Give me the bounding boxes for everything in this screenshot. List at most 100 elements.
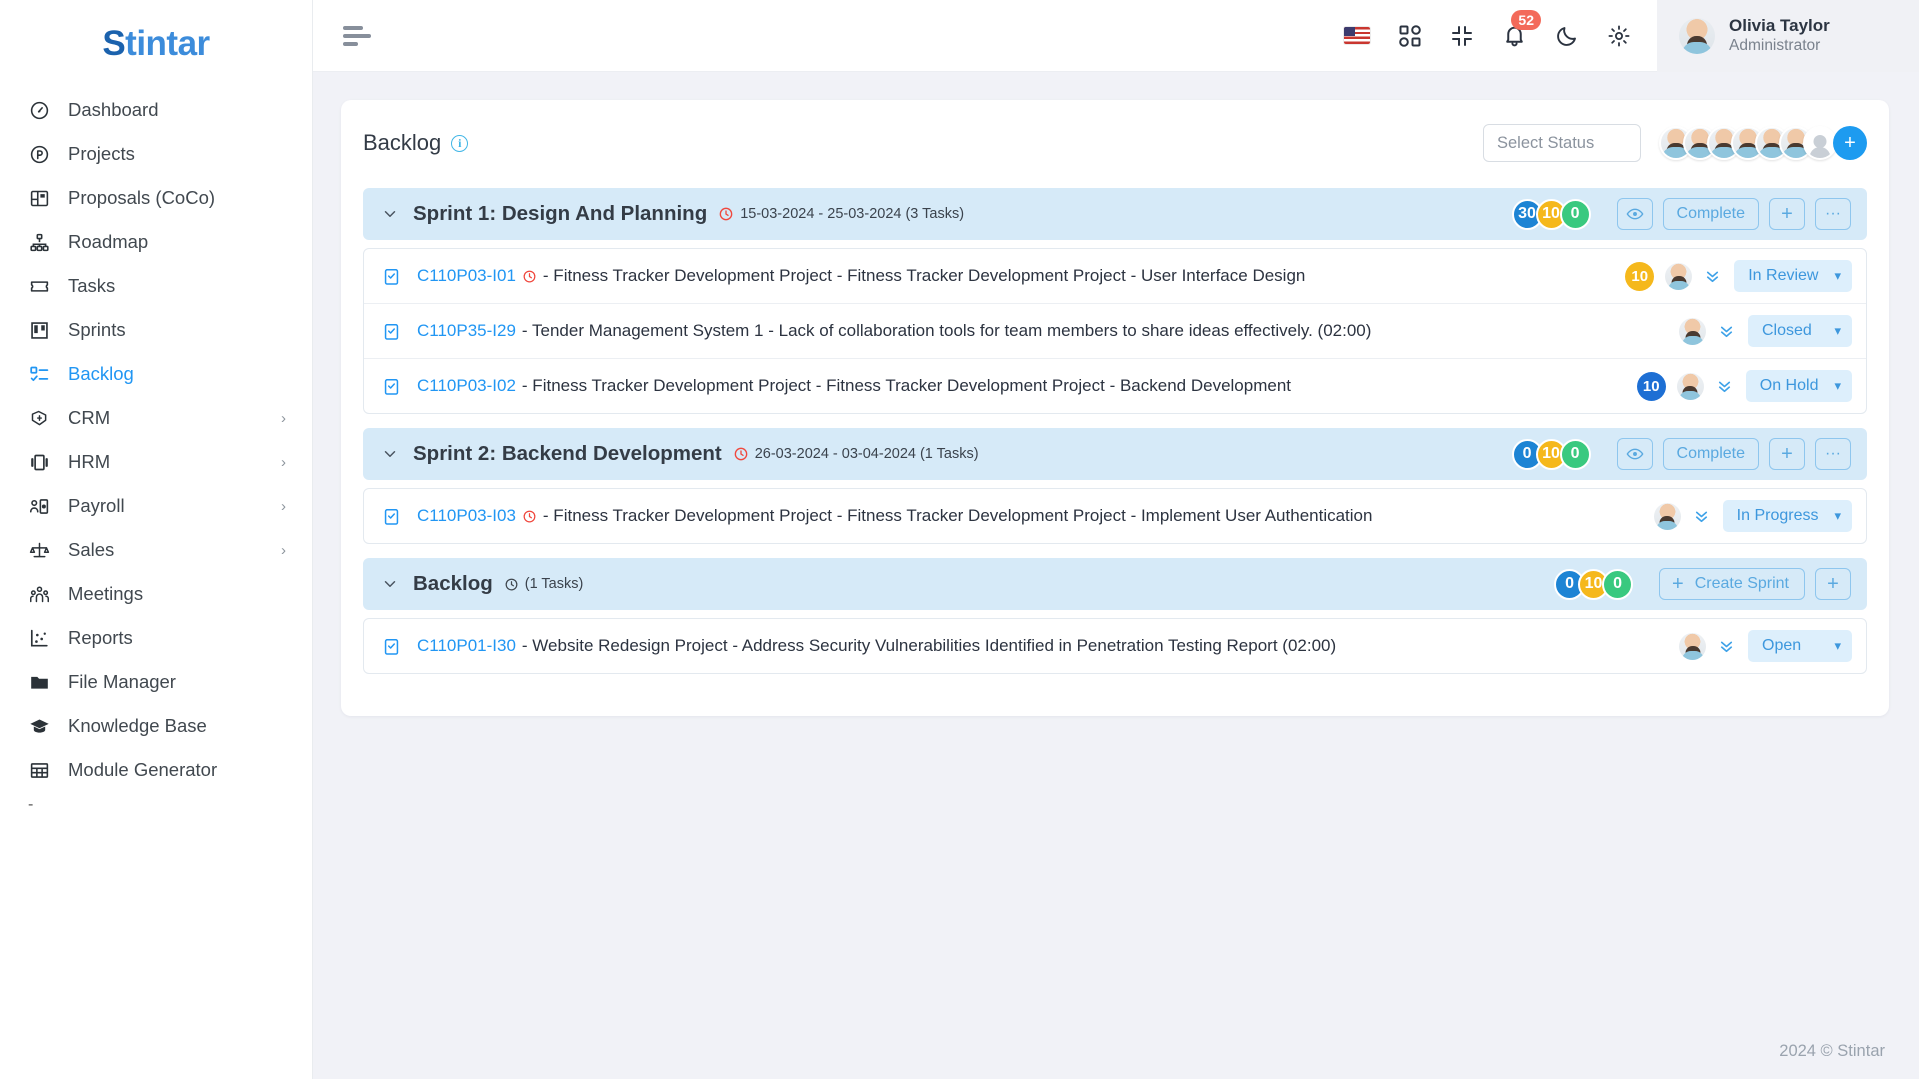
double-chevron-down-icon[interactable] <box>1704 269 1721 284</box>
avatar-placeholder[interactable] <box>1803 126 1837 160</box>
task-clipboard-icon <box>381 321 401 341</box>
brand-logo[interactable]: Stintar <box>0 0 312 88</box>
user-menu[interactable]: Olivia Taylor Administrator <box>1657 0 1919 72</box>
hamburger-icon[interactable] <box>343 25 371 46</box>
sprint-more-button[interactable]: ··· <box>1815 198 1851 230</box>
info-icon[interactable]: i <box>451 134 469 152</box>
clock-icon <box>733 446 749 462</box>
task-title: - Tender Management System 1 - Lack of c… <box>521 321 1372 340</box>
chevron-down-icon: ▾ <box>1834 378 1841 393</box>
status-label: Closed <box>1762 322 1812 339</box>
payroll-icon <box>28 495 50 517</box>
add-task-button[interactable]: + <box>1769 438 1805 470</box>
task-key[interactable]: C110P03-I03 <box>417 506 516 526</box>
sidebar-item-sales[interactable]: Sales › <box>0 528 312 572</box>
status-dropdown[interactable]: In Review ▾ <box>1734 260 1852 292</box>
plus-icon: + <box>1781 203 1793 225</box>
status-dropdown[interactable]: In Progress ▾ <box>1722 500 1852 532</box>
card-header: Backlog i Select Status + <box>363 124 1867 162</box>
sprint-dates: 26-03-2024 - 03-04-2024 (1 Tasks) <box>754 446 979 462</box>
sidebar-item-projects[interactable]: Projects <box>0 132 312 176</box>
task-key[interactable]: C110P03-I01 <box>417 266 516 286</box>
double-chevron-down-icon[interactable] <box>1718 324 1735 339</box>
sidebar-trailing: - <box>28 796 34 813</box>
complete-sprint-button[interactable]: Complete <box>1662 438 1759 470</box>
backlog-card: Backlog i Select Status + Sprint 1: Desi… <box>341 100 1889 716</box>
sidebar-item-knowledge-base[interactable]: Knowledge Base <box>0 704 312 748</box>
sidebar-item-label: Dashboard <box>68 99 159 120</box>
sidebar-item-reports[interactable]: Reports <box>0 616 312 660</box>
assignee-avatar[interactable] <box>1679 317 1706 345</box>
add-task-button[interactable]: + <box>1815 568 1851 600</box>
status-dropdown[interactable]: On Hold ▾ <box>1745 370 1852 402</box>
gauge-icon <box>28 99 50 121</box>
task-list: C110P03-I01 - Fitness Tracker Developmen… <box>363 248 1867 414</box>
sidebar-item-hrm[interactable]: HRM › <box>0 440 312 484</box>
double-chevron-down-icon[interactable] <box>1716 379 1733 394</box>
add-task-button[interactable]: + <box>1769 198 1805 230</box>
user-name: Olivia Taylor <box>1729 16 1830 36</box>
moon-icon[interactable] <box>1555 24 1579 48</box>
preview-sprint-button[interactable] <box>1616 198 1653 230</box>
chevron-right-icon: › <box>281 409 286 427</box>
task-key[interactable]: C110P01-I30 <box>417 636 516 656</box>
assignee-avatar[interactable] <box>1679 632 1706 660</box>
double-chevron-down-icon[interactable] <box>1718 639 1735 654</box>
sidebar-item-roadmap[interactable]: Roadmap <box>0 220 312 264</box>
sidebar-item-label: Projects <box>68 143 135 164</box>
double-chevron-down-icon[interactable] <box>1693 509 1710 524</box>
sidebar-item-crm[interactable]: CRM › <box>0 396 312 440</box>
preview-sprint-button[interactable] <box>1616 438 1653 470</box>
chevron-down-icon[interactable] <box>381 205 399 223</box>
chevron-down-icon[interactable] <box>381 575 399 593</box>
task-list: C110P01-I30 - Website Redesign Project -… <box>363 618 1867 674</box>
task-title: - Fitness Tracker Development Project - … <box>521 376 1291 395</box>
backlog-group-header: Backlog (1 Tasks) 0 10 0 + Create Sprint… <box>363 558 1867 610</box>
sidebar-item-module-generator[interactable]: Module Generator <box>0 748 312 792</box>
sidebar-item-file-manager[interactable]: File Manager <box>0 660 312 704</box>
sidebar-item-sprints[interactable]: Sprints <box>0 308 312 352</box>
sidebar-item-dashboard[interactable]: Dashboard <box>0 88 312 132</box>
sidebar-item-proposals[interactable]: Proposals (CoCo) <box>0 176 312 220</box>
chevron-down-icon[interactable] <box>381 445 399 463</box>
backlog-group: Backlog (1 Tasks) 0 10 0 + Create Sprint… <box>363 558 1867 674</box>
create-sprint-label: Create Sprint <box>1694 575 1789 592</box>
sprint-more-button[interactable]: ··· <box>1815 438 1851 470</box>
complete-sprint-button[interactable]: Complete <box>1662 198 1759 230</box>
apps-grid-icon[interactable] <box>1398 24 1422 48</box>
sprint-counters: 0 10 0 <box>1511 438 1591 470</box>
create-sprint-button[interactable]: + Create Sprint <box>1659 568 1805 600</box>
plus-icon: + <box>1781 443 1793 465</box>
us-flag-icon[interactable] <box>1344 27 1370 44</box>
task-row[interactable]: C110P03-I01 - Fitness Tracker Developmen… <box>364 249 1866 304</box>
select-status-dropdown[interactable]: Select Status <box>1483 124 1641 162</box>
sidebar-item-backlog[interactable]: Backlog <box>0 352 312 396</box>
task-row[interactable]: C110P01-I30 - Website Redesign Project -… <box>364 619 1866 673</box>
add-member-button[interactable]: + <box>1833 126 1867 160</box>
sidebar-item-tasks[interactable]: Tasks <box>0 264 312 308</box>
sidebar-item-label: Knowledge Base <box>68 715 207 736</box>
gear-icon[interactable] <box>1607 24 1631 48</box>
page-title: Backlog <box>363 130 442 155</box>
collapse-icon[interactable] <box>1450 24 1474 48</box>
backlog-counters: 0 10 0 <box>1554 568 1634 600</box>
assignee-avatar[interactable] <box>1665 262 1693 290</box>
task-key[interactable]: C110P03-I02 <box>417 376 516 396</box>
status-dropdown[interactable]: Closed ▾ <box>1748 315 1852 347</box>
sidebar-item-payroll[interactable]: Payroll › <box>0 484 312 528</box>
graduation-cap-icon <box>28 715 50 737</box>
task-title: - Fitness Tracker Development Project - … <box>542 506 1373 525</box>
task-row[interactable]: C110P03-I02 - Fitness Tracker Developmen… <box>364 359 1866 413</box>
sidebar-item-label: CRM <box>68 407 111 428</box>
assignee-avatar[interactable] <box>1676 372 1704 400</box>
status-label: In Progress <box>1736 507 1819 524</box>
task-row[interactable]: C110P03-I03 - Fitness Tracker Developmen… <box>364 489 1866 543</box>
assignee-avatar[interactable] <box>1653 502 1681 530</box>
task-row[interactable]: C110P35-I29 - Tender Management System 1… <box>364 304 1866 359</box>
sidebar-item-meetings[interactable]: Meetings <box>0 572 312 616</box>
status-dropdown[interactable]: Open ▾ <box>1748 630 1852 662</box>
sidebar-item-label: Sprints <box>68 319 126 340</box>
brand-prefix: S <box>102 24 126 63</box>
task-key[interactable]: C110P35-I29 <box>417 321 516 341</box>
bell-icon[interactable]: 52 <box>1502 10 1541 48</box>
